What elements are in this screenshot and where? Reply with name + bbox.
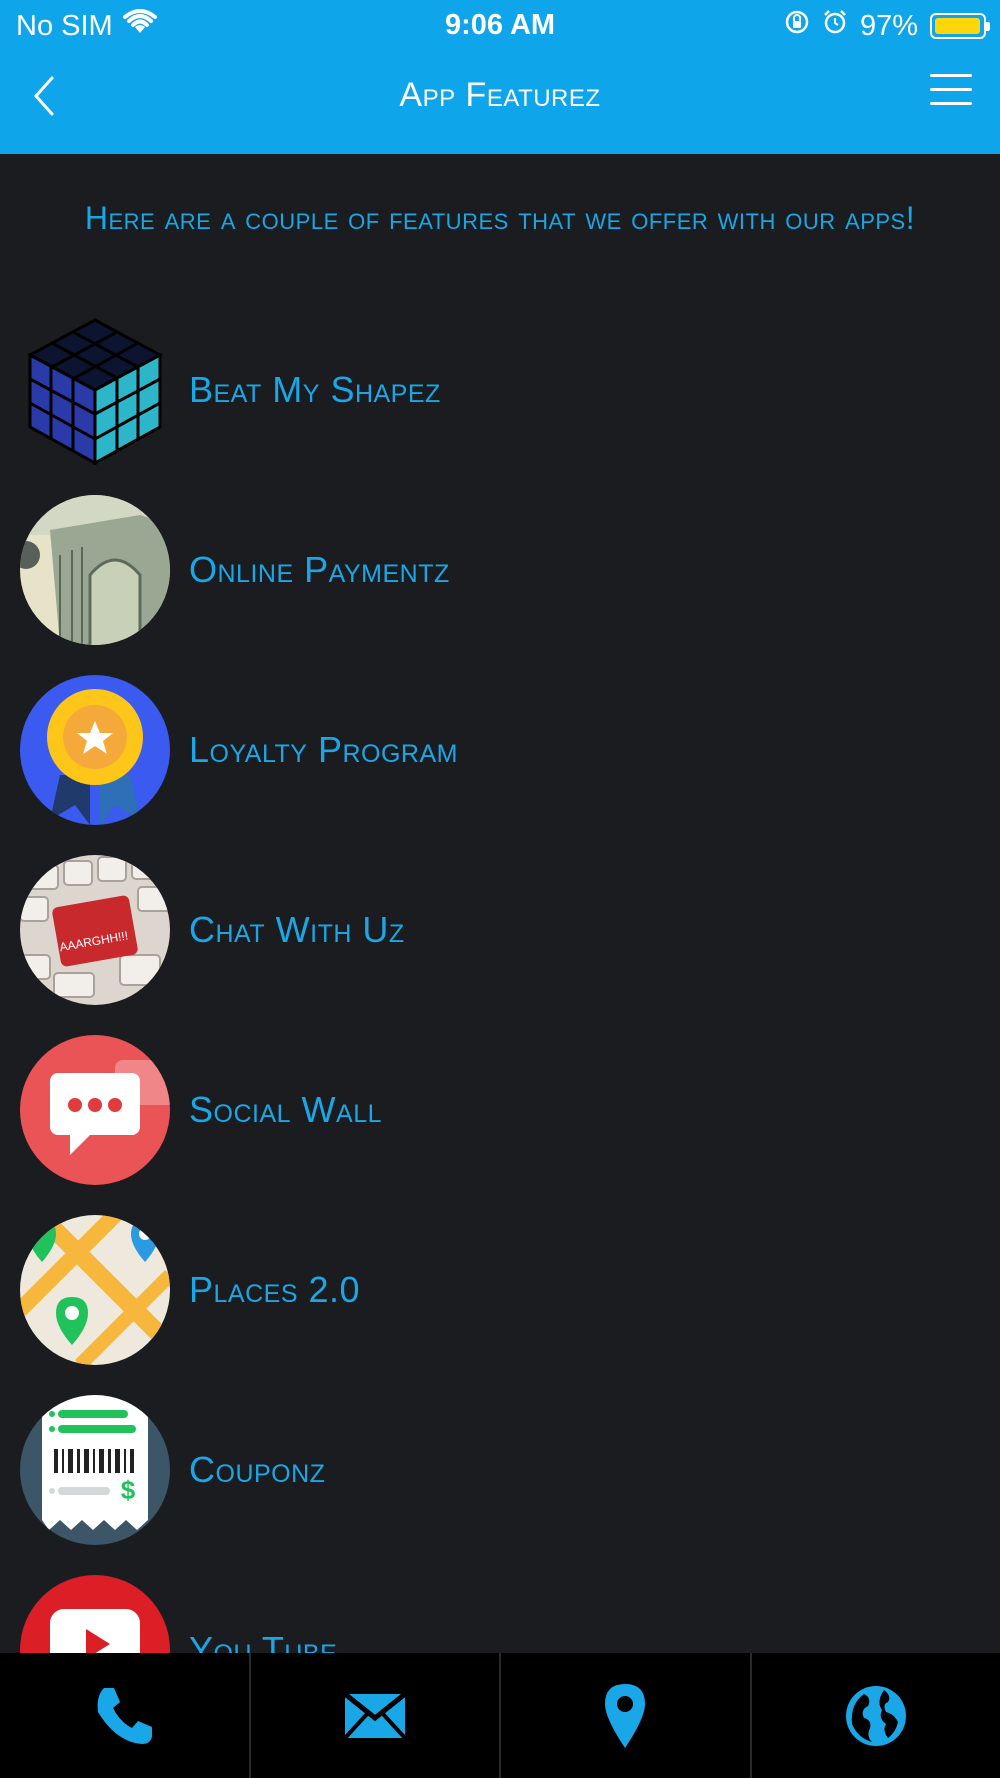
globe-icon bbox=[845, 1685, 906, 1746]
status-bar: No SIM 9:06 AM 97% bbox=[0, 0, 1000, 50]
top-bar: No SIM 9:06 AM 97% App Featurez bbox=[0, 0, 1000, 154]
map-pin-icon bbox=[20, 1215, 170, 1365]
feature-item[interactable]: Online Paymentz bbox=[0, 480, 1000, 660]
battery-percent: 97% bbox=[859, 9, 918, 42]
keyboard-icon: AAARGHH!!! bbox=[20, 855, 170, 1005]
phone-icon bbox=[97, 1687, 153, 1744]
tab-email[interactable] bbox=[251, 1653, 501, 1778]
battery-icon bbox=[930, 13, 990, 39]
award-badge-icon bbox=[20, 675, 170, 825]
receipt-icon: $ bbox=[20, 1395, 170, 1545]
feature-label: Beat My Shapez bbox=[189, 369, 441, 410]
feature-item[interactable]: AAARGHH!!! Chat With Uz bbox=[0, 840, 1000, 1020]
banknote-icon bbox=[20, 495, 170, 645]
orientation-lock-icon bbox=[784, 9, 810, 43]
feature-label: Chat With Uz bbox=[189, 909, 405, 950]
tab-phone[interactable] bbox=[0, 1653, 251, 1778]
nav-bar: App Featurez bbox=[0, 60, 1000, 140]
dollar-glyph: $ bbox=[121, 1475, 136, 1505]
feature-item[interactable]: Social Wall bbox=[0, 1020, 1000, 1200]
hamburger-menu-icon bbox=[930, 74, 972, 105]
location-pin-icon bbox=[605, 1683, 646, 1748]
feature-label: Social Wall bbox=[189, 1089, 382, 1130]
intro-text: Here are a couple of features that we of… bbox=[84, 200, 916, 236]
feature-label: Online Paymentz bbox=[189, 549, 450, 590]
feature-item[interactable]: $ Couponz bbox=[0, 1380, 1000, 1560]
page-title: App Featurez bbox=[399, 76, 601, 114]
status-right: 97% bbox=[784, 9, 990, 43]
feature-label: Couponz bbox=[189, 1449, 326, 1490]
feature-item[interactable]: Beat My Shapez bbox=[0, 300, 1000, 480]
feature-item[interactable]: Places 2.0 bbox=[0, 1200, 1000, 1380]
battery-fill bbox=[935, 18, 980, 34]
feature-label: Loyalty Program bbox=[189, 729, 458, 770]
feature-item[interactable]: Loyalty Program bbox=[0, 660, 1000, 840]
tab-location[interactable] bbox=[501, 1653, 752, 1778]
alarm-icon bbox=[822, 9, 848, 43]
tab-bar bbox=[0, 1653, 1000, 1778]
menu-button[interactable] bbox=[930, 74, 972, 110]
chat-bubble-icon bbox=[20, 1035, 170, 1185]
envelope-icon bbox=[343, 1691, 407, 1739]
feature-list: Beat My Shapez Online Paymentz Loyalty P… bbox=[0, 300, 1000, 1740]
tab-web[interactable] bbox=[752, 1653, 1000, 1778]
feature-label: Places 2.0 bbox=[189, 1269, 361, 1310]
rubiks-cube-icon bbox=[20, 315, 170, 465]
